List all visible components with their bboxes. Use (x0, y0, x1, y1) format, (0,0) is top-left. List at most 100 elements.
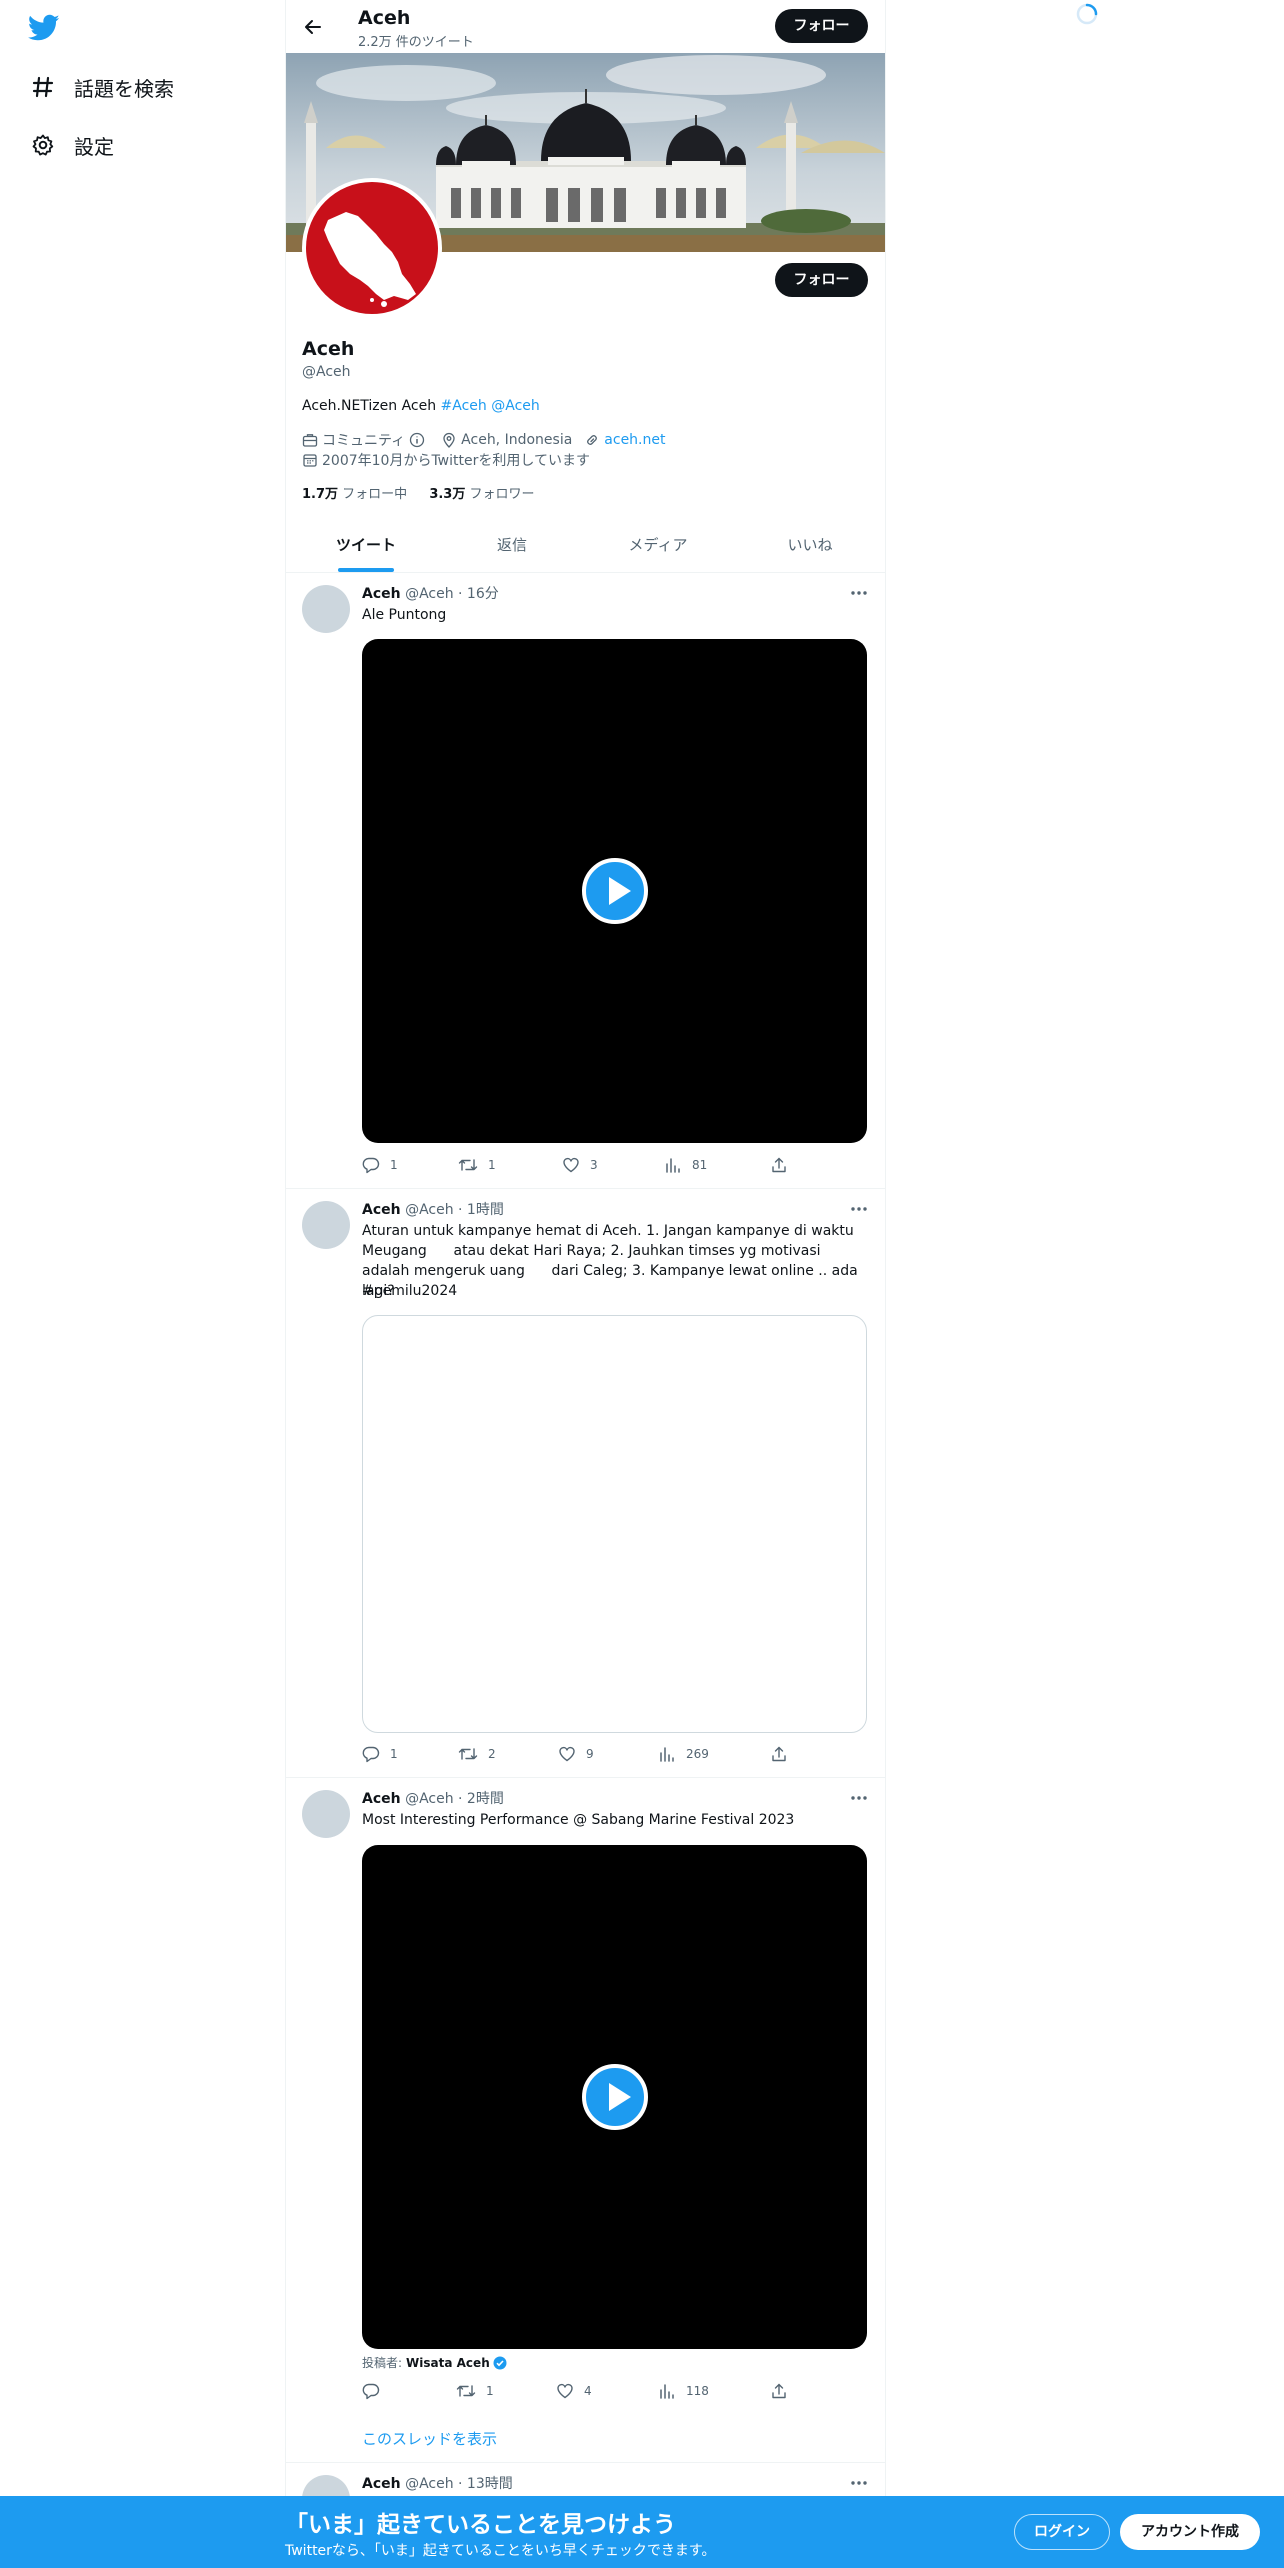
video-poster-attribution: 投稿者: Wisata Aceh (362, 2354, 507, 2371)
gear-icon (30, 132, 56, 158)
tweet-actions: 1 4 118 (362, 2382, 802, 2402)
profile-bio: Aceh.NETizen Aceh #Aceh @Aceh (302, 398, 540, 414)
share-icon (772, 1746, 786, 1762)
nav-settings-label: 設定 (74, 134, 114, 159)
profile-website[interactable]: aceh.net (604, 432, 665, 448)
retweet-icon (458, 1748, 478, 1760)
share-button[interactable] (770, 2382, 798, 2400)
tweet-author-name[interactable]: Aceh (362, 1202, 401, 1218)
like-button[interactable]: 9 (558, 1745, 594, 1763)
hashtag-icon (30, 74, 56, 100)
header-follow-button[interactable]: フォロー (775, 9, 868, 43)
like-count: 3 (590, 1158, 598, 1172)
tweet-hashtag[interactable]: #pemilu2024 (362, 1281, 868, 1301)
tweet-text: Most Interesting Performance @ Sabang Ma… (362, 1812, 795, 1828)
following-label: フォロー中 (342, 487, 408, 502)
profile-location: Aceh, Indonesia (461, 432, 573, 448)
followers-count: 3.3万 (429, 487, 466, 502)
tab-tweets[interactable]: ツイート (291, 520, 441, 572)
views-count: 118 (686, 2384, 709, 2398)
profile-avatar[interactable] (302, 178, 442, 318)
retweet-count: 1 (486, 2384, 494, 2398)
profile-name: Aceh (302, 338, 355, 360)
following-link[interactable]: 1.7万 フォロー中 (302, 487, 407, 502)
share-icon (772, 1157, 786, 1173)
tweet-author-name[interactable]: Aceh (362, 586, 401, 602)
profile-handle: @Aceh (302, 364, 351, 380)
bio-links[interactable]: #Aceh @Aceh (441, 398, 540, 414)
views-button[interactable]: 269 (658, 1745, 709, 1763)
info-icon[interactable] (409, 432, 425, 448)
more-options-icon[interactable] (849, 1790, 869, 1806)
poster-label: 投稿者: (362, 2356, 403, 2370)
views-count: 269 (686, 1747, 709, 1761)
tweet-meta: @Aceh · 13時間 (405, 2476, 513, 2492)
nav-settings[interactable]: 設定 (30, 125, 114, 165)
tweet-header: Aceh @Aceh · 1時間 (362, 1199, 504, 1219)
more-options-icon[interactable] (849, 1201, 869, 1217)
tweet-header: Aceh @Aceh · 13時間 (362, 2473, 513, 2493)
tweet-author-name[interactable]: Aceh (362, 2476, 401, 2492)
login-button[interactable]: ログイン (1014, 2514, 1110, 2550)
profile-category: コミュニティ (322, 433, 406, 449)
tweet-author-name[interactable]: Aceh (362, 1791, 401, 1807)
retweet-button[interactable]: 1 (458, 1156, 496, 1174)
reply-button[interactable]: 1 (362, 1745, 398, 1763)
views-chart-icon (666, 1158, 680, 1173)
followers-link[interactable]: 3.3万 フォロワー (429, 487, 534, 502)
tweet-actions: 1 1 3 81 (362, 1156, 802, 1176)
tweet-avatar[interactable] (302, 1790, 350, 1838)
reply-count: 1 (390, 1747, 398, 1761)
tweet-video[interactable] (362, 639, 867, 1143)
reply-button[interactable] (362, 2382, 390, 2400)
views-button[interactable]: 118 (658, 2382, 709, 2400)
like-button[interactable]: 3 (562, 1156, 598, 1174)
profile-follow-stats: 1.7万 フォロー中 3.3万 フォロワー (302, 483, 535, 502)
tweet-avatar[interactable] (302, 1201, 350, 1249)
twitter-logo-icon[interactable] (27, 14, 60, 44)
like-button[interactable]: 4 (556, 2382, 592, 2400)
profile-joined: 2007年10月からTwitterを利用しています (322, 453, 590, 469)
back-arrow-icon[interactable] (300, 14, 326, 40)
more-options-icon[interactable] (849, 2475, 869, 2491)
signup-bar-title: 「いま」起きていることを見つけよう (285, 2512, 676, 2538)
tweet[interactable]: Aceh @Aceh · 16分 Ale Puntong 1 1 3 81 (286, 573, 885, 1189)
tweet-actions: 1 2 9 269 (362, 1745, 802, 1765)
create-account-button[interactable]: アカウント作成 (1120, 2514, 1260, 2550)
tab-replies[interactable]: 返信 (437, 520, 587, 572)
profile-tabs: ツイート 返信 メディア いいね (286, 520, 885, 573)
share-button[interactable] (770, 1745, 798, 1763)
retweet-button[interactable]: 1 (456, 2382, 494, 2400)
tweet-media-card[interactable] (362, 1315, 867, 1733)
reply-icon (362, 1157, 380, 1174)
tweet-avatar[interactable] (302, 585, 350, 633)
header-tweet-count: 2.2万 件のツイート (358, 35, 474, 50)
calendar-icon (302, 452, 318, 468)
heart-icon (559, 1746, 575, 1762)
poster-name[interactable]: Wisata Aceh (406, 2356, 490, 2370)
verified-badge-icon (493, 2356, 507, 2370)
tab-likes[interactable]: いいね (735, 520, 885, 572)
play-icon[interactable] (581, 858, 648, 924)
tweet-video[interactable] (362, 1845, 867, 2349)
play-icon[interactable] (581, 2064, 648, 2130)
more-options-icon[interactable] (849, 585, 869, 601)
left-navigation: 話題を検索 設定 (0, 0, 285, 2568)
nav-explore[interactable]: 話題を検索 (30, 67, 174, 107)
header-name: Aceh (358, 7, 411, 29)
tweet[interactable]: Aceh @Aceh · 1時間 Aturan untuk kampanye h… (286, 1189, 885, 1778)
tweet[interactable]: Aceh @Aceh · 2時間 Most Interesting Perfor… (286, 1778, 885, 2463)
retweet-button[interactable]: 2 (458, 1745, 496, 1763)
heart-icon (557, 2383, 573, 2399)
following-count: 1.7万 (302, 487, 339, 502)
views-chart-icon (660, 1747, 674, 1762)
reply-button[interactable]: 1 (362, 1156, 398, 1174)
profile-follow-button[interactable]: フォロー (775, 263, 868, 297)
share-button[interactable] (770, 1156, 798, 1174)
retweet-icon (456, 2385, 476, 2397)
tweet-header: Aceh @Aceh · 16分 (362, 583, 499, 603)
tab-media[interactable]: メディア (583, 520, 733, 572)
views-button[interactable]: 81 (664, 1156, 707, 1174)
show-thread-link[interactable]: このスレッドを表示 (362, 2428, 497, 2449)
views-chart-icon (660, 2384, 674, 2399)
